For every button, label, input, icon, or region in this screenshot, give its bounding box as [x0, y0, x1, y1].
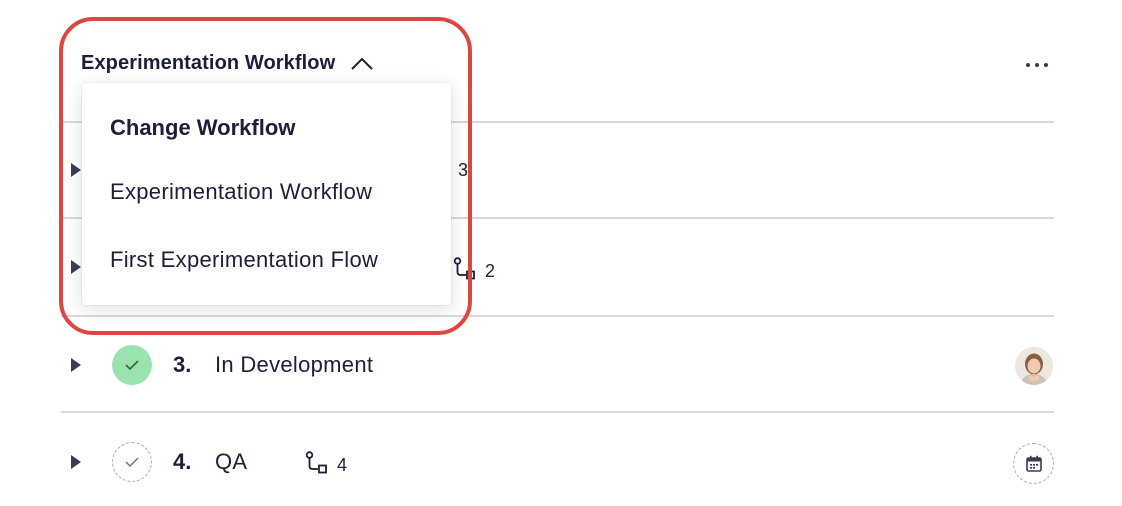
- dropdown-heading: Change Workflow: [110, 115, 296, 140]
- row-2-subflow[interactable]: 2: [453, 257, 495, 286]
- row-name[interactable]: In Development: [215, 352, 373, 378]
- row-divider: [61, 411, 1054, 413]
- assignee-avatar[interactable]: [1015, 347, 1053, 385]
- more-options-icon[interactable]: [1020, 55, 1054, 75]
- row-4-subflow[interactable]: 4: [305, 451, 347, 480]
- change-workflow-dropdown: Change Workflow Experimentation Workflow…: [82, 83, 451, 305]
- expand-row-2-icon[interactable]: [70, 259, 82, 275]
- expand-row-3-icon[interactable]: [70, 357, 82, 373]
- status-done-checkbox[interactable]: [112, 345, 152, 385]
- calendar-icon[interactable]: [1013, 443, 1054, 484]
- subflow-icon: [305, 451, 331, 480]
- row-1-subflow-count[interactable]: 3: [458, 160, 468, 181]
- status-empty-checkbox[interactable]: [112, 442, 152, 482]
- workflow-header[interactable]: Experimentation Workflow: [81, 52, 375, 75]
- row-number: 3.: [173, 352, 192, 377]
- dropdown-item-first-experimentation-flow[interactable]: First Experimentation Flow: [110, 247, 378, 273]
- expand-row-1-icon[interactable]: [70, 162, 82, 178]
- expand-row-4-icon[interactable]: [70, 454, 82, 470]
- subflow-icon: [453, 257, 479, 286]
- check-icon: [125, 457, 139, 467]
- row-divider: [61, 315, 1054, 317]
- subflow-count: 4: [337, 455, 348, 475]
- row-number: 4.: [173, 449, 192, 474]
- check-icon: [125, 360, 139, 371]
- workflow-title[interactable]: Experimentation Workflow: [81, 52, 335, 75]
- dropdown-item-experimentation-workflow[interactable]: Experimentation Workflow: [110, 179, 372, 205]
- row-name[interactable]: QA: [215, 449, 247, 475]
- chevron-up-icon[interactable]: [349, 53, 375, 75]
- subflow-count: 3: [458, 160, 469, 180]
- subflow-count: 2: [485, 261, 496, 281]
